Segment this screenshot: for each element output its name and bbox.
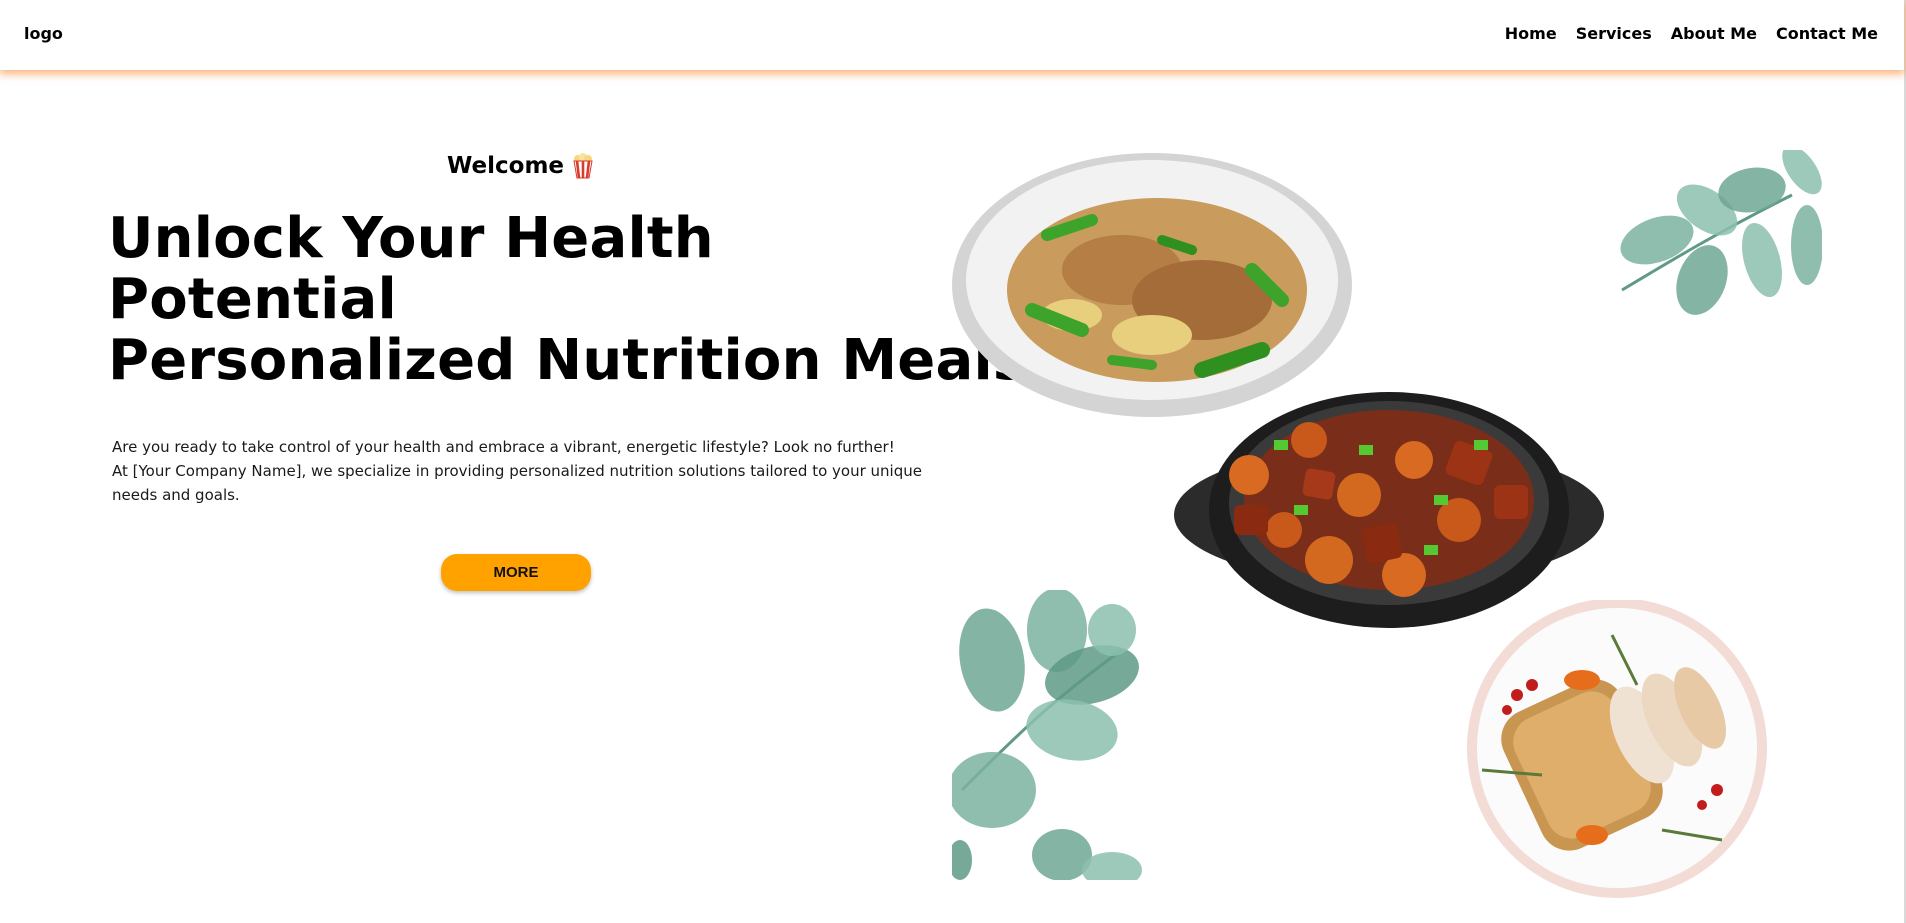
popcorn-icon <box>573 153 593 179</box>
nav-contact-link[interactable]: Contact Me <box>1776 24 1878 43</box>
headline-line: Unlock Your Health <box>108 206 714 271</box>
noodle-plate-image <box>952 153 1352 417</box>
site-header: logo Home Services About Me Contact Me <box>0 0 1904 70</box>
leaf-sprig-top-image <box>1620 150 1822 315</box>
nav-home-link[interactable]: Home <box>1505 24 1557 43</box>
intro-line: Are you ready to take control of your he… <box>112 438 895 456</box>
intro-paragraph: Are you ready to take control of your he… <box>112 435 937 507</box>
roast-plate-image <box>1467 600 1767 898</box>
hero-artwork <box>952 150 1822 923</box>
headline-line: Potential <box>108 267 397 332</box>
more-button[interactable]: MORE <box>441 554 591 591</box>
nav-services-link[interactable]: Services <box>1576 24 1652 43</box>
main-nav: Home Services About Me Contact Me <box>1505 24 1878 43</box>
leaf-sprig-bottom-image <box>952 590 1142 880</box>
welcome-heading: Welcome <box>447 153 594 179</box>
intro-line: At [Your Company Name], we specialize in… <box>112 462 922 504</box>
welcome-text: Welcome <box>447 153 565 179</box>
nav-about-link[interactable]: About Me <box>1671 24 1757 43</box>
hero-headline: Unlock Your Health Potential Personalize… <box>108 208 1026 391</box>
logo[interactable]: logo <box>24 24 63 43</box>
headline-line: Personalized Nutrition Meals <box>108 328 1027 393</box>
